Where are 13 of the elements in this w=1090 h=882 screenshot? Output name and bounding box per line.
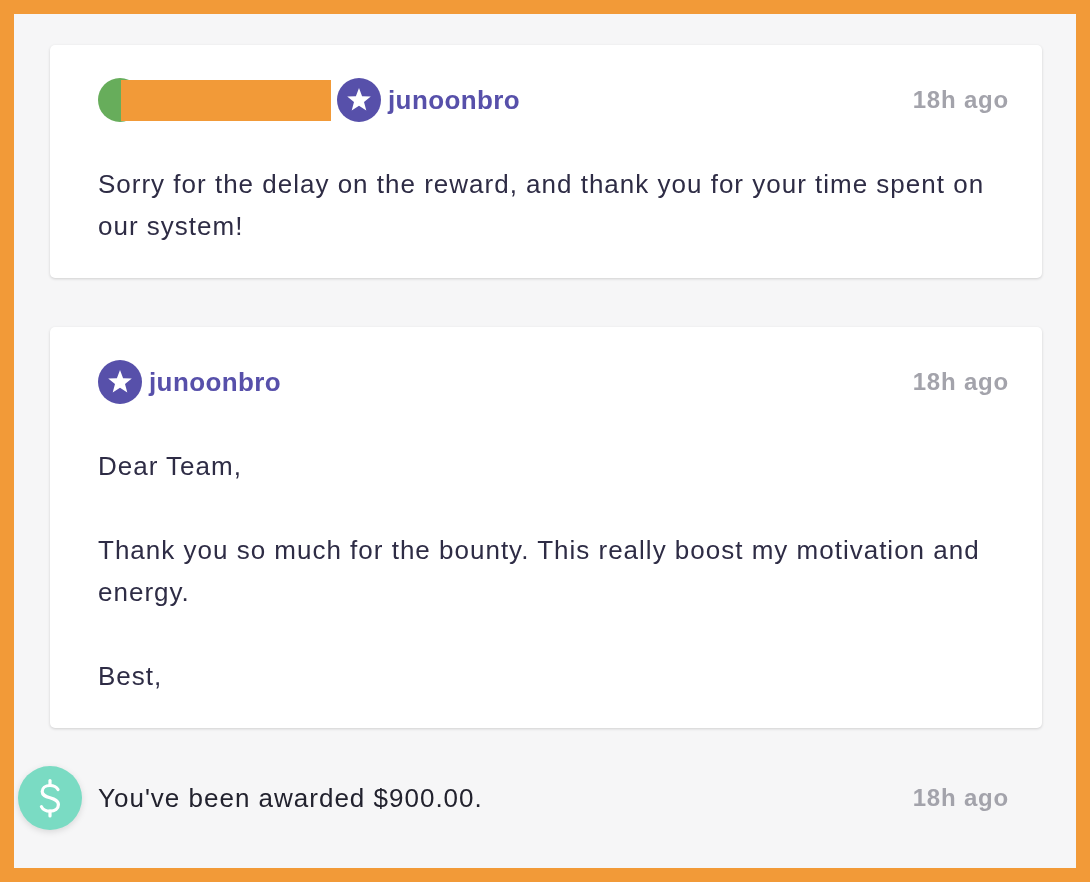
activity-text: You've been awarded $900.00. (98, 782, 484, 814)
timestamp: 18h ago (912, 784, 1009, 812)
comment-text: Thank you so much for the bounty. This really boost my motivation and energy. (98, 534, 981, 609)
star-badge-icon (337, 78, 381, 122)
comment-text: Best, (98, 660, 164, 693)
username-link[interactable]: junoonbro (388, 84, 521, 116)
timestamp: 18h ago (912, 86, 1009, 114)
username-link[interactable]: junoonbro (149, 366, 282, 398)
star-badge-icon (98, 360, 142, 404)
comment-text: Dear Team, (98, 450, 243, 483)
comment-text: Sorry for the delay on the reward, and thank you for your time spent on our system! (98, 168, 986, 243)
dollar-icon (18, 766, 82, 830)
timestamp: 18h ago (912, 368, 1009, 396)
